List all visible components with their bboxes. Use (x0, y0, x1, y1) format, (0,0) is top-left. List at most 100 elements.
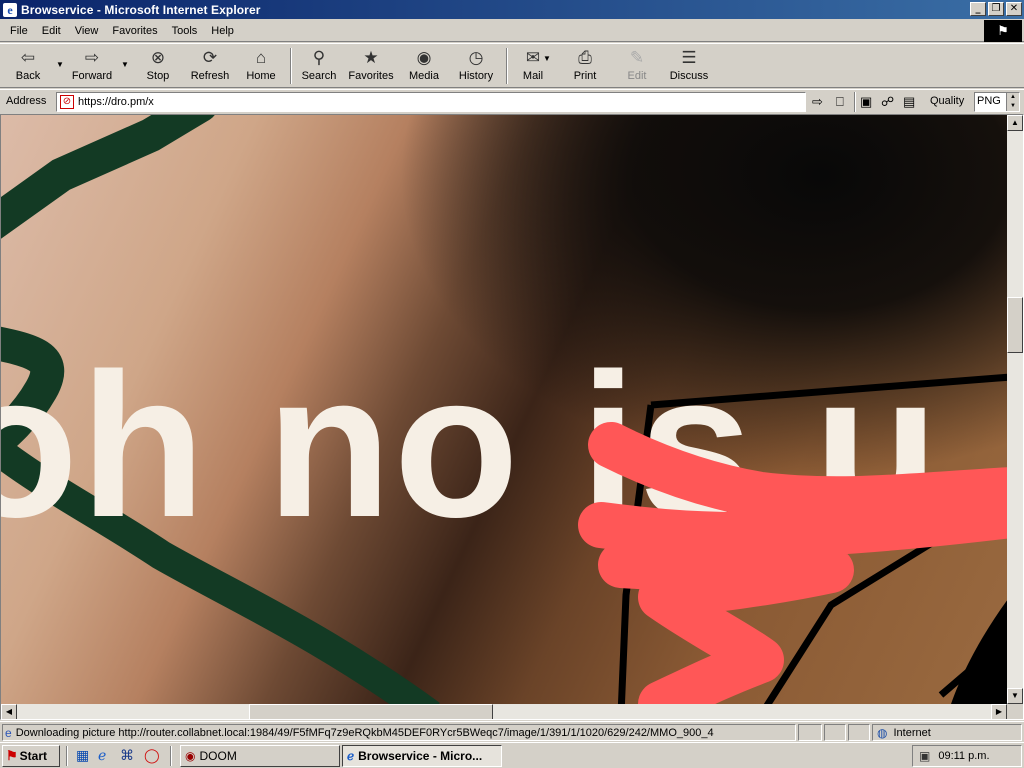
close-button[interactable]: ✕ (1006, 2, 1022, 16)
scroll-left-button[interactable]: ◀ (1, 704, 17, 719)
clock[interactable]: 09:11 p.m. (938, 750, 989, 762)
window-title: Browservice - Microsoft Internet Explore… (21, 2, 261, 17)
mail-icon: ✉ (525, 48, 541, 67)
discuss-label: Discuss (669, 70, 709, 82)
toolbar-separator (506, 48, 508, 84)
internet-globe-icon: ◍ (877, 725, 888, 740)
quality-select[interactable]: PNG ▲ ▼ (974, 92, 1020, 112)
taskbar: ⚑ Start ▦ ℯ ⌘ ◯ ◉ DOOM ℯ Browservice - M… (0, 742, 1024, 768)
ie-task-icon: ℯ (347, 749, 355, 763)
quality-spinner[interactable]: ▲ ▼ (1006, 93, 1019, 111)
status-pane (824, 724, 846, 741)
system-tray: ▣ 09:11 p.m. (912, 745, 1022, 767)
menu-bar: File Edit View Favorites Tools Help ⚑ (0, 20, 1024, 42)
mail-label: Mail (522, 70, 544, 82)
quality-value: PNG (977, 95, 1001, 107)
edit-button: ✎ Edit (618, 46, 656, 86)
media-label: Media (409, 70, 439, 82)
clipboard-icon[interactable]: ▤ (903, 94, 915, 110)
zone-label: Internet (893, 726, 931, 739)
menu-edit[interactable]: Edit (35, 25, 68, 37)
home-label: Home (246, 70, 276, 82)
forward-dropdown-icon[interactable]: ▼ (121, 60, 129, 69)
go-arrow-icon[interactable]: ⇨ (812, 94, 823, 110)
opera-icon[interactable]: ◯ (144, 747, 160, 764)
horizontal-scrollbar[interactable]: ◀ ▶ (1, 704, 1007, 719)
menu-view[interactable]: View (68, 25, 106, 37)
title-bar[interactable]: e Browservice - Microsoft Internet Explo… (0, 0, 1024, 19)
security-zone: ◍ Internet (872, 724, 1022, 741)
scrollbar-corner (1007, 704, 1023, 719)
history-label: History (458, 70, 494, 82)
red-scribble (578, 422, 1007, 704)
mail-dropdown-icon[interactable]: ▼ (543, 54, 551, 63)
vertical-scroll-thumb[interactable] (1007, 297, 1023, 353)
task-browservice[interactable]: ℯ Browservice - Micro... (342, 745, 502, 767)
task-label: Browservice - Micro... (358, 749, 483, 763)
address-separator (854, 92, 856, 112)
search-button[interactable]: ⚲ Search (298, 46, 340, 86)
scroll-up-button[interactable]: ▲ (1007, 115, 1023, 131)
zoom-icon[interactable]: ▣ (860, 94, 872, 110)
foreground-strokes (578, 422, 1007, 704)
bookmark-icon[interactable]: ⎕ (836, 94, 844, 110)
status-message: e Downloading picture http://router.coll… (2, 724, 796, 741)
home-button[interactable]: ⌂ Home (242, 46, 280, 86)
browser-window: e Browservice - Microsoft Internet Explo… (0, 0, 1024, 742)
discuss-button[interactable]: ☰ Discuss (666, 46, 712, 86)
status-bar: e Downloading picture http://router.coll… (0, 721, 1024, 742)
restore-button[interactable]: ❐ (988, 2, 1004, 16)
search-icon: ⚲ (312, 48, 326, 67)
address-label: Address (6, 95, 47, 107)
network-icon[interactable]: ⌘ (120, 747, 134, 764)
toolbar-separator (290, 48, 292, 84)
media-button[interactable]: ◉ Media (404, 46, 444, 86)
mail-button[interactable]: ✉ Mail (514, 46, 552, 86)
address-bar: Address ⊘ https://dro.pm/x ⇨ ⎕ ▣ ☍ ▤ Qua… (0, 89, 1024, 113)
find-binoculars-icon[interactable]: ☍ (881, 94, 894, 110)
menu-favorites[interactable]: Favorites (105, 25, 164, 37)
stop-button[interactable]: ⊗ Stop (138, 46, 178, 86)
content-viewport[interactable]: oh no is u ▲ ▼ ◀ ▶ (0, 114, 1024, 720)
minimize-button[interactable]: _ (970, 2, 986, 16)
address-input[interactable]: ⊘ https://dro.pm/x (56, 92, 806, 112)
refresh-icon: ⟳ (202, 48, 218, 67)
media-icon: ◉ (416, 48, 432, 67)
window-controls: _ ❐ ✕ (968, 2, 1022, 16)
back-label: Back (15, 70, 41, 82)
scroll-down-button[interactable]: ▼ (1007, 688, 1023, 704)
forward-button[interactable]: ⇨ Forward (66, 46, 118, 86)
tray-schedule-icon[interactable]: ▣ (919, 749, 930, 763)
task-doom[interactable]: ◉ DOOM (180, 745, 340, 767)
print-label: Print (573, 70, 597, 82)
web-page[interactable]: oh no is u (1, 115, 1007, 704)
taskbar-separator (66, 746, 68, 766)
history-icon: ◷ (468, 48, 484, 67)
horizontal-scroll-thumb[interactable] (249, 704, 493, 719)
menu-file[interactable]: File (3, 25, 35, 37)
back-arrow-icon: ⇦ (20, 48, 36, 67)
print-button[interactable]: ⎙ Print (566, 46, 604, 86)
back-dropdown-icon[interactable]: ▼ (56, 60, 64, 69)
favorites-button[interactable]: ★ Favorites (346, 46, 396, 86)
standard-toolbar: ⇦ Back ▼ ⇨ Forward ▼ ⊗ Stop ⟳ Refresh ⌂ … (0, 43, 1024, 88)
history-button[interactable]: ◷ History (454, 46, 498, 86)
windows-flag-icon: ⚑ (6, 748, 18, 763)
back-button[interactable]: ⇦ Back (8, 46, 48, 86)
edit-icon: ✎ (629, 48, 645, 67)
desktop-icon[interactable]: ▦ (76, 747, 89, 764)
edit-label: Edit (627, 70, 647, 82)
internet-explorer-icon[interactable]: ℯ (98, 747, 106, 764)
address-url[interactable]: https://dro.pm/x (78, 96, 154, 108)
forward-label: Forward (71, 70, 113, 82)
vertical-scrollbar[interactable]: ▲ ▼ (1007, 115, 1023, 704)
start-button[interactable]: ⚑ Start (2, 745, 60, 767)
print-icon: ⎙ (578, 48, 592, 67)
refresh-button[interactable]: ⟳ Refresh (186, 46, 234, 86)
quality-label: Quality (930, 95, 965, 107)
start-label: Start (19, 749, 47, 763)
menu-help[interactable]: Help (204, 25, 241, 37)
scroll-right-button[interactable]: ▶ (991, 704, 1007, 719)
taskbar-separator (170, 746, 172, 766)
menu-tools[interactable]: Tools (165, 25, 205, 37)
